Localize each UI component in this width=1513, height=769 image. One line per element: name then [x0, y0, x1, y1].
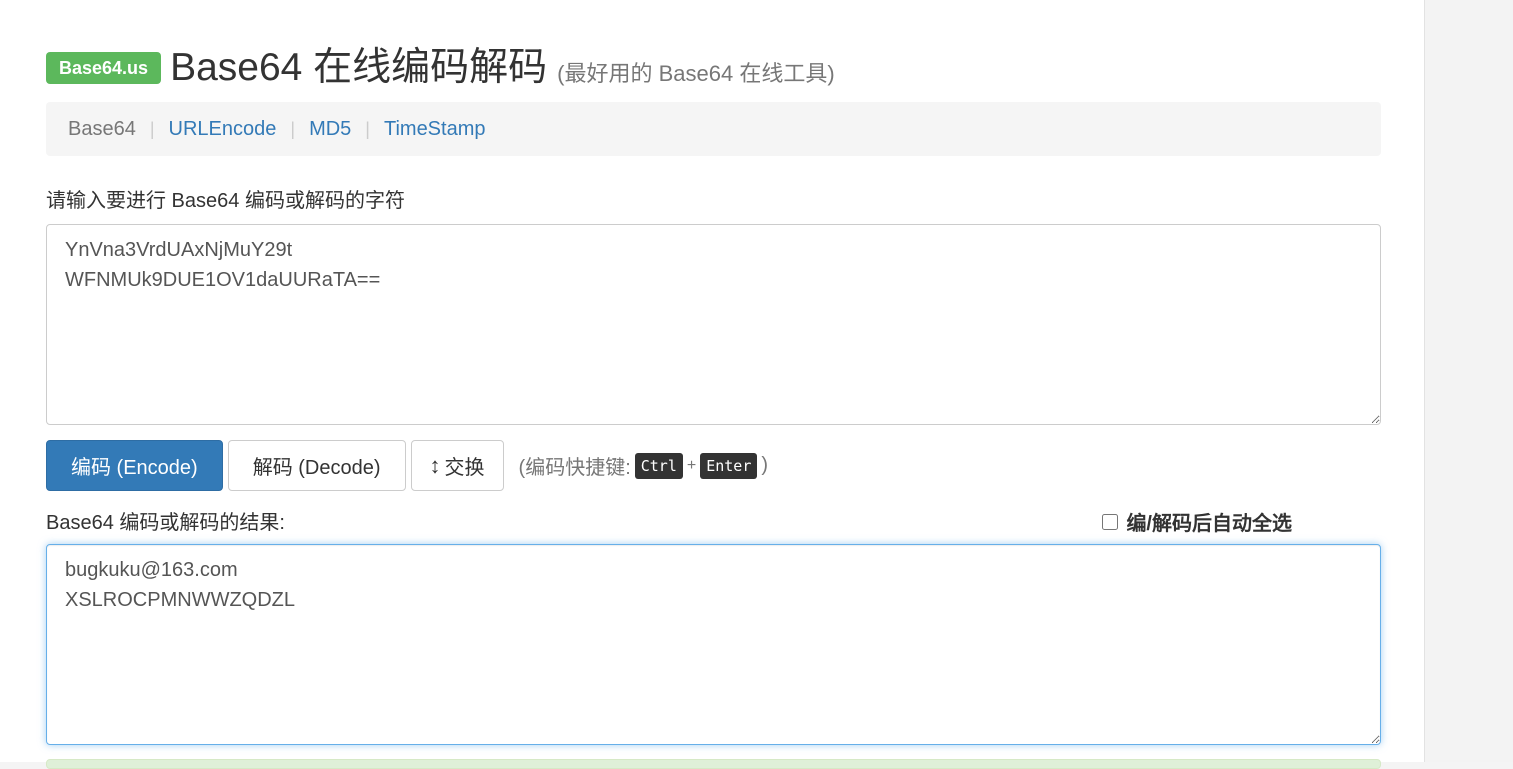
- header: Base64.us Base64 在线编码解码 (最好用的 Base64 在线工…: [46, 44, 835, 92]
- shortcut-hint-suffix: ): [761, 454, 769, 476]
- nav-item-base64: Base64: [68, 117, 136, 140]
- side-gutter: [1425, 0, 1513, 762]
- kbd-enter: Enter: [700, 452, 758, 479]
- nav-item-urlencode[interactable]: URLEncode: [169, 118, 277, 141]
- alert-strip: [46, 759, 1381, 769]
- page-title: Base64 在线编码解码: [170, 46, 548, 89]
- action-bar: 编码 (Encode) 解码 (Decode) ↕ 交换 (编码快捷键: Ctr…: [46, 440, 768, 491]
- nav-item-md5[interactable]: MD5: [309, 118, 351, 141]
- auto-select-option[interactable]: 编/解码后自动全选: [1102, 507, 1292, 536]
- nav-separator: |: [149, 118, 155, 139]
- result-textarea[interactable]: [46, 544, 1381, 745]
- swap-arrow-icon: ↕: [429, 452, 441, 478]
- tool-nav: Base64 | URLEncode | MD5 | TimeStamp: [46, 102, 1381, 156]
- kbd-plus: +: [686, 456, 697, 474]
- swap-label: 交换: [444, 457, 485, 479]
- nav-item-timestamp[interactable]: TimeStamp: [384, 118, 486, 141]
- auto-select-checkbox[interactable]: [1102, 513, 1119, 530]
- page: Base64.us Base64 在线编码解码 (最好用的 Base64 在线工…: [0, 0, 1425, 769]
- decode-button[interactable]: 解码 (Decode): [227, 440, 406, 491]
- input-label: 请输入要进行 Base64 编码或解码的字符: [46, 190, 405, 212]
- kbd-ctrl: Ctrl: [634, 452, 683, 479]
- shortcut-hint-prefix: (编码快捷键:: [518, 457, 631, 479]
- nav-separator: |: [290, 118, 296, 139]
- source-textarea[interactable]: [46, 224, 1381, 425]
- nav-separator: |: [365, 118, 370, 139]
- encode-button[interactable]: 编码 (Encode): [46, 440, 223, 491]
- shortcut-hint: (编码快捷键: Ctrl + Enter ): [518, 451, 769, 480]
- result-label: Base64 编码或解码的结果:: [46, 512, 285, 534]
- page-subtitle: (最好用的 Base64 在线工具): [557, 61, 835, 86]
- brand-badge[interactable]: Base64.us: [46, 52, 162, 84]
- auto-select-label: 编/解码后自动全选: [1126, 513, 1292, 535]
- swap-button[interactable]: ↕ 交换: [410, 440, 504, 491]
